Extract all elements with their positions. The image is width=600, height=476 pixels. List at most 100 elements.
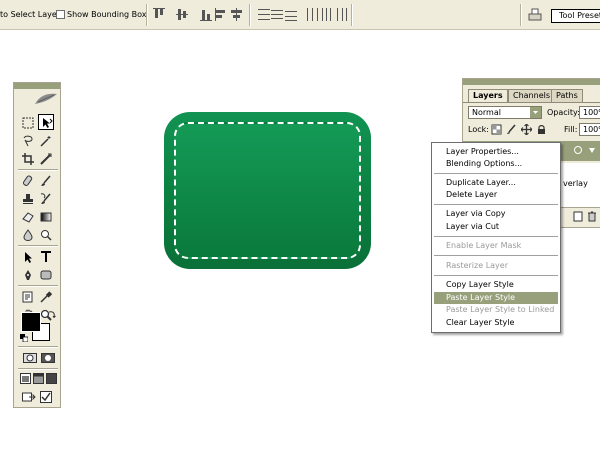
blend-mode-value: Normal: [472, 108, 501, 117]
shape-tool-icon[interactable]: [38, 267, 54, 283]
toolbar-separator: [351, 4, 353, 26]
fill-input[interactable]: 100%: [579, 123, 600, 136]
opacity-label: Opacity:: [547, 108, 580, 117]
jump-to-imageready-icon[interactable]: [20, 389, 36, 405]
auto-select-label[interactable]: to Select Layer: [0, 10, 60, 19]
align-vertical-center-icon[interactable]: [176, 8, 188, 21]
align-bottom-icon[interactable]: [200, 8, 212, 21]
menu-separator: [434, 275, 558, 276]
lock-transparency-icon[interactable]: [491, 124, 502, 135]
menu-item-layer-via-copy[interactable]: Layer via Copy: [434, 208, 558, 220]
align-top-icon[interactable]: [153, 8, 165, 21]
notes-tool-icon[interactable]: [20, 289, 36, 305]
distribute-left-icon[interactable]: [306, 8, 318, 21]
default-colors-icon[interactable]: [20, 334, 28, 342]
tab-paths[interactable]: Paths: [551, 89, 583, 102]
menu-item-paste-layer-style[interactable]: Paste Layer Style: [434, 292, 558, 304]
palette-well-icon[interactable]: [528, 7, 542, 21]
menu-separator: [434, 204, 558, 205]
toolbox-separator: [18, 169, 58, 171]
toolbox-separator: [18, 346, 58, 348]
feather-logo-icon[interactable]: [34, 93, 58, 105]
dashed-stitch-border: [174, 122, 361, 259]
toolbox: [13, 82, 61, 408]
slice-tool-icon[interactable]: [38, 151, 54, 167]
menu-separator: [434, 255, 558, 256]
crop-tool-icon[interactable]: [20, 151, 36, 167]
fill-label: Fill:: [564, 125, 578, 134]
lock-label: Lock:: [468, 125, 489, 134]
eyedropper-tool-icon[interactable]: [38, 289, 54, 305]
distribute-horizontal-center-icon[interactable]: [320, 8, 332, 21]
toolbox-title-bar[interactable]: [14, 83, 60, 89]
show-bounding-box-label[interactable]: Show Bounding Box: [67, 10, 147, 19]
options-bar: to Select Layer Show Bounding Box Tool P…: [0, 0, 600, 30]
type-tool-icon[interactable]: [38, 249, 54, 265]
menu-item-layer-properties[interactable]: Layer Properties...: [434, 146, 558, 158]
distribute-vertical-center-icon[interactable]: [271, 8, 283, 21]
align-horizontal-center-icon[interactable]: [230, 8, 242, 21]
path-selection-tool-icon[interactable]: [20, 249, 36, 265]
expand-triangle-icon[interactable]: [587, 145, 597, 157]
layers-panel-title-bar[interactable]: [463, 79, 600, 85]
layer-context-menu: Layer Properties... Blending Options... …: [431, 142, 561, 333]
layer-effect-overlay-label[interactable]: verlay: [563, 179, 588, 188]
menu-separator: [434, 236, 558, 237]
foreground-color-swatch[interactable]: [21, 312, 41, 332]
blend-mode-select[interactable]: Normal: [468, 106, 542, 119]
standard-mode-icon[interactable]: [21, 350, 38, 366]
new-layer-icon[interactable]: [573, 211, 583, 224]
move-tool-icon[interactable]: [38, 114, 54, 130]
lock-position-icon[interactable]: [520, 123, 533, 136]
lock-pixels-icon[interactable]: [506, 124, 517, 135]
toolbox-separator: [18, 245, 58, 247]
distribute-bottom-icon[interactable]: [285, 8, 297, 21]
healing-brush-tool-icon[interactable]: [20, 173, 36, 189]
menu-item-blending-options[interactable]: Blending Options...: [434, 158, 558, 170]
menu-item-copy-layer-style[interactable]: Copy Layer Style: [434, 279, 558, 291]
dodge-tool-icon[interactable]: [38, 227, 54, 243]
opacity-input[interactable]: 100%: [579, 106, 600, 119]
imageready-logo-icon[interactable]: [38, 389, 54, 405]
tab-channels[interactable]: Channels: [508, 89, 556, 102]
tabs-divider: [463, 102, 600, 103]
trash-icon[interactable]: [587, 211, 597, 224]
gradient-tool-icon[interactable]: [38, 209, 54, 225]
menu-item-duplicate-layer[interactable]: Duplicate Layer...: [434, 177, 558, 189]
menu-item-enable-layer-mask: Enable Layer Mask: [446, 241, 522, 250]
tab-layers[interactable]: Layers: [468, 89, 508, 102]
green-rounded-rectangle-shape[interactable]: [164, 112, 371, 269]
chevron-down-icon[interactable]: [530, 107, 541, 118]
show-bounding-box-checkbox[interactable]: [56, 10, 65, 19]
menu-item-paste-layer-style-to-linked: Paste Layer Style to Linked: [446, 305, 555, 314]
quick-mask-mode-icon[interactable]: [39, 350, 56, 366]
lock-all-icon[interactable]: [536, 124, 547, 135]
toolbox-separator: [18, 368, 58, 370]
brush-tool-icon[interactable]: [38, 173, 54, 189]
menu-item-layer-via-cut[interactable]: Layer via Cut: [434, 221, 558, 233]
marquee-tool-icon[interactable]: [20, 115, 36, 131]
magic-wand-tool-icon[interactable]: [38, 133, 54, 149]
menu-item-clear-layer-style[interactable]: Clear Layer Style: [434, 317, 558, 329]
clone-stamp-tool-icon[interactable]: [20, 191, 36, 207]
distribute-top-icon[interactable]: [258, 8, 270, 21]
pen-tool-icon[interactable]: [20, 267, 36, 283]
blur-tool-icon[interactable]: [20, 227, 36, 243]
menu-item-delete-layer[interactable]: Delete Layer: [434, 189, 558, 201]
standard-screen-mode-icon[interactable]: [18, 371, 31, 387]
menu-item-rasterize-layer: Rasterize Layer: [446, 261, 508, 270]
distribute-right-icon[interactable]: [334, 8, 347, 21]
toolbar-separator: [520, 4, 522, 26]
toolbar-separator: [249, 4, 251, 26]
full-screen-menu-mode-icon[interactable]: [31, 371, 44, 387]
full-screen-mode-icon[interactable]: [44, 371, 57, 387]
layer-effects-icon[interactable]: [573, 145, 583, 157]
lasso-tool-icon[interactable]: [20, 133, 36, 149]
toolbox-separator: [18, 285, 58, 287]
align-left-icon[interactable]: [215, 8, 227, 21]
menu-separator: [434, 173, 558, 174]
history-brush-tool-icon[interactable]: [38, 191, 54, 207]
tool-presets-tab[interactable]: Tool Presets: [551, 9, 600, 23]
swap-colors-icon[interactable]: [48, 310, 56, 318]
eraser-tool-icon[interactable]: [20, 209, 36, 225]
